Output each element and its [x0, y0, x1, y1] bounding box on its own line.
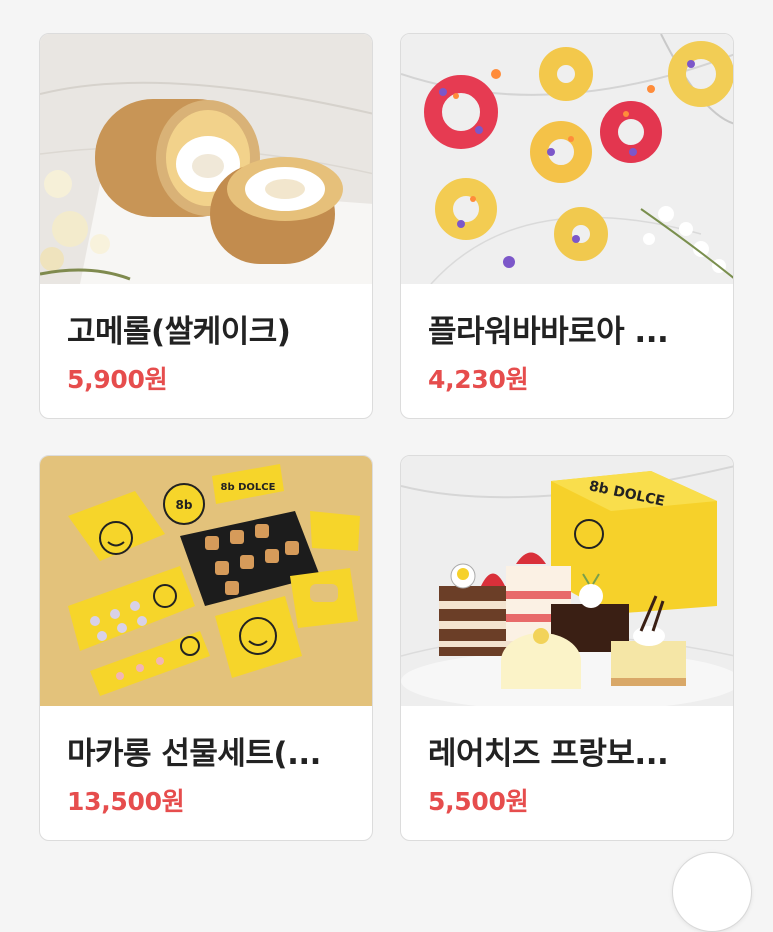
product-card-macaron-gift-set[interactable]: 8b 8b DOLCE 마카롱 선물세트(... 13,500원 — [39, 455, 373, 841]
product-price: 4,230원 — [428, 365, 529, 394]
product-name[interactable]: 마카롱 선물세트(... — [67, 728, 357, 773]
box-label: 8b DOLCE — [221, 482, 276, 493]
product-card-flower-bavarois[interactable]: 플라워바바로아 ... 4,230원 — [400, 33, 734, 419]
product-price: 5,500원 — [428, 787, 529, 816]
product-card-gourmet-roll[interactable]: 고메롤(쌀케이크) 5,900원 — [39, 33, 373, 419]
product-price: 13,500원 — [67, 787, 185, 816]
product-card-rare-cheese-framboise[interactable]: 8b DOLCE 레어치즈 프랑보... 5,500원 — [400, 455, 734, 841]
product-image-roll-cake[interactable] — [40, 34, 372, 284]
product-image-macaron-gift-set[interactable]: 8b 8b DOLCE — [40, 456, 372, 706]
scroll-to-top-button[interactable] — [672, 852, 752, 932]
product-name[interactable]: 플라워바바로아 ... — [428, 306, 718, 351]
product-name[interactable]: 레어치즈 프랑보... — [428, 728, 718, 773]
product-image-flower-bavarois[interactable] — [401, 34, 733, 284]
product-image-cake-assortment[interactable]: 8b DOLCE — [401, 456, 733, 706]
badge-text: 8b — [176, 498, 193, 512]
product-name[interactable]: 고메롤(쌀케이크) — [67, 306, 357, 351]
product-price: 5,900원 — [67, 365, 168, 394]
